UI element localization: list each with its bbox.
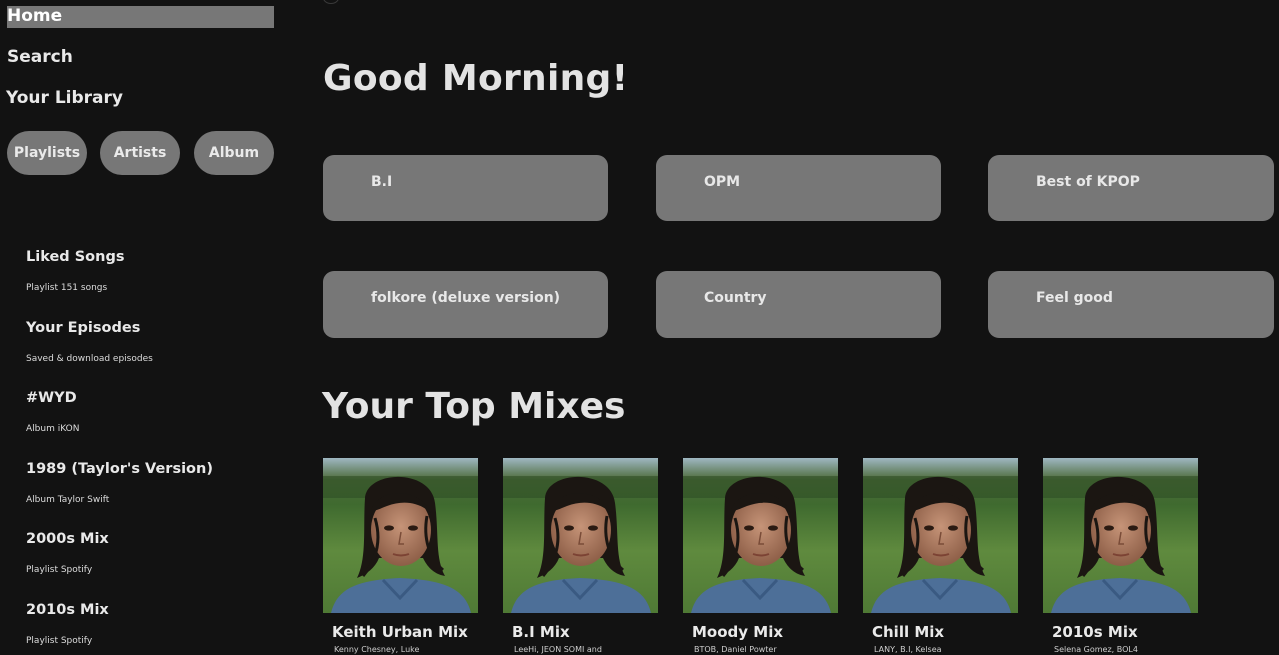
library-item[interactable]: 1989 (Taylor's Version) Album Taylor Swi… bbox=[26, 459, 286, 530]
mix-title: B.I Mix bbox=[512, 623, 570, 641]
filter-playlists-button[interactable]: Playlists bbox=[7, 131, 87, 175]
library-item[interactable]: 2010s Mix Playlist Spotify bbox=[26, 600, 286, 655]
scroll-indicator bbox=[323, 0, 339, 4]
library-item-title: #WYD bbox=[26, 390, 77, 407]
quick-pick-card[interactable]: B.I bbox=[323, 155, 608, 221]
quick-pick-card[interactable]: OPM bbox=[656, 155, 941, 221]
mix-cover-image bbox=[503, 458, 658, 613]
library-item-subtitle: Playlist Spotify bbox=[26, 635, 93, 646]
top-mixes-heading: Your Top Mixes bbox=[322, 386, 626, 427]
library-item[interactable]: 2000s Mix Playlist Spotify bbox=[26, 529, 286, 600]
library-item-subtitle: Playlist Spotify bbox=[26, 565, 93, 576]
library-item-title: 1989 (Taylor's Version) bbox=[26, 460, 213, 477]
mix-card[interactable]: Chill Mix LANY, B.I, Kelsea bbox=[863, 458, 1018, 654]
main-content: Good Morning! B.I OPM Best of KPOP folko… bbox=[300, 0, 1279, 655]
mix-card[interactable]: Moody Mix BTOB, Daniel Powter bbox=[683, 458, 838, 654]
mix-cover-image bbox=[683, 458, 838, 613]
library-item-subtitle: Album Taylor Swift bbox=[26, 494, 110, 505]
library-item[interactable]: Your Episodes Saved & download episodes bbox=[26, 318, 286, 389]
filter-artists-button[interactable]: Artists bbox=[100, 131, 180, 175]
filter-album-button[interactable]: Album bbox=[194, 131, 274, 175]
mix-card[interactable]: 2010s Mix Selena Gomez, BOL4 bbox=[1043, 458, 1198, 654]
quick-pick-label: Feel good bbox=[1036, 290, 1113, 306]
quick-pick-label: B.I bbox=[371, 174, 393, 190]
mix-cover-image bbox=[1043, 458, 1198, 613]
mix-subtitle: Kenny Chesney, Luke bbox=[334, 645, 420, 654]
quick-pick-label: Best of KPOP bbox=[1036, 174, 1140, 190]
mix-subtitle: LeeHi, JEON SOMI and bbox=[514, 645, 602, 654]
mix-card[interactable]: Keith Urban Mix Kenny Chesney, Luke bbox=[323, 458, 478, 654]
mix-title: Keith Urban Mix bbox=[332, 623, 468, 641]
mix-subtitle: Selena Gomez, BOL4 bbox=[1054, 645, 1138, 654]
sidebar: Home Search Your Library Playlists Artis… bbox=[0, 0, 290, 655]
greeting-heading: Good Morning! bbox=[323, 58, 629, 99]
quick-pick-label: Country bbox=[704, 290, 767, 306]
quick-pick-card[interactable]: folkore (deluxe version) bbox=[323, 271, 608, 338]
library-item[interactable]: Liked Songs Playlist 151 songs bbox=[26, 247, 286, 318]
quick-pick-label: OPM bbox=[704, 174, 741, 190]
quick-pick-card[interactable]: Country bbox=[656, 271, 941, 338]
library-item[interactable]: #WYD Album iKON bbox=[26, 388, 286, 459]
nav-your-library[interactable]: Your Library bbox=[6, 88, 123, 108]
library-item-title: 2000s Mix bbox=[26, 531, 109, 548]
mix-cover-image bbox=[863, 458, 1018, 613]
quick-pick-label: folkore (deluxe version) bbox=[371, 290, 561, 306]
quick-pick-card[interactable]: Feel good bbox=[988, 271, 1274, 338]
library-item-title: Your Episodes bbox=[26, 319, 141, 336]
library-item-subtitle: Saved & download episodes bbox=[26, 353, 153, 364]
nav-home[interactable]: Home bbox=[7, 6, 274, 28]
mix-title: Chill Mix bbox=[872, 623, 945, 641]
quick-pick-card[interactable]: Best of KPOP bbox=[988, 155, 1274, 221]
library-list: Liked Songs Playlist 151 songs Your Epis… bbox=[26, 247, 286, 655]
nav-search[interactable]: Search bbox=[7, 47, 73, 67]
mix-subtitle: LANY, B.I, Kelsea bbox=[874, 645, 942, 654]
mix-subtitle: BTOB, Daniel Powter bbox=[694, 645, 777, 654]
mix-title: 2010s Mix bbox=[1052, 623, 1138, 641]
library-item-title: Liked Songs bbox=[26, 249, 125, 265]
mix-card[interactable]: B.I Mix LeeHi, JEON SOMI and bbox=[503, 458, 658, 654]
app-window: Home Search Your Library Playlists Artis… bbox=[0, 0, 1279, 655]
library-item-subtitle: Album iKON bbox=[26, 424, 80, 435]
library-item-subtitle: Playlist 151 songs bbox=[26, 283, 108, 293]
library-item-title: 2010s Mix bbox=[26, 601, 109, 618]
mix-title: Moody Mix bbox=[692, 623, 784, 641]
mix-cover-image bbox=[323, 458, 478, 613]
